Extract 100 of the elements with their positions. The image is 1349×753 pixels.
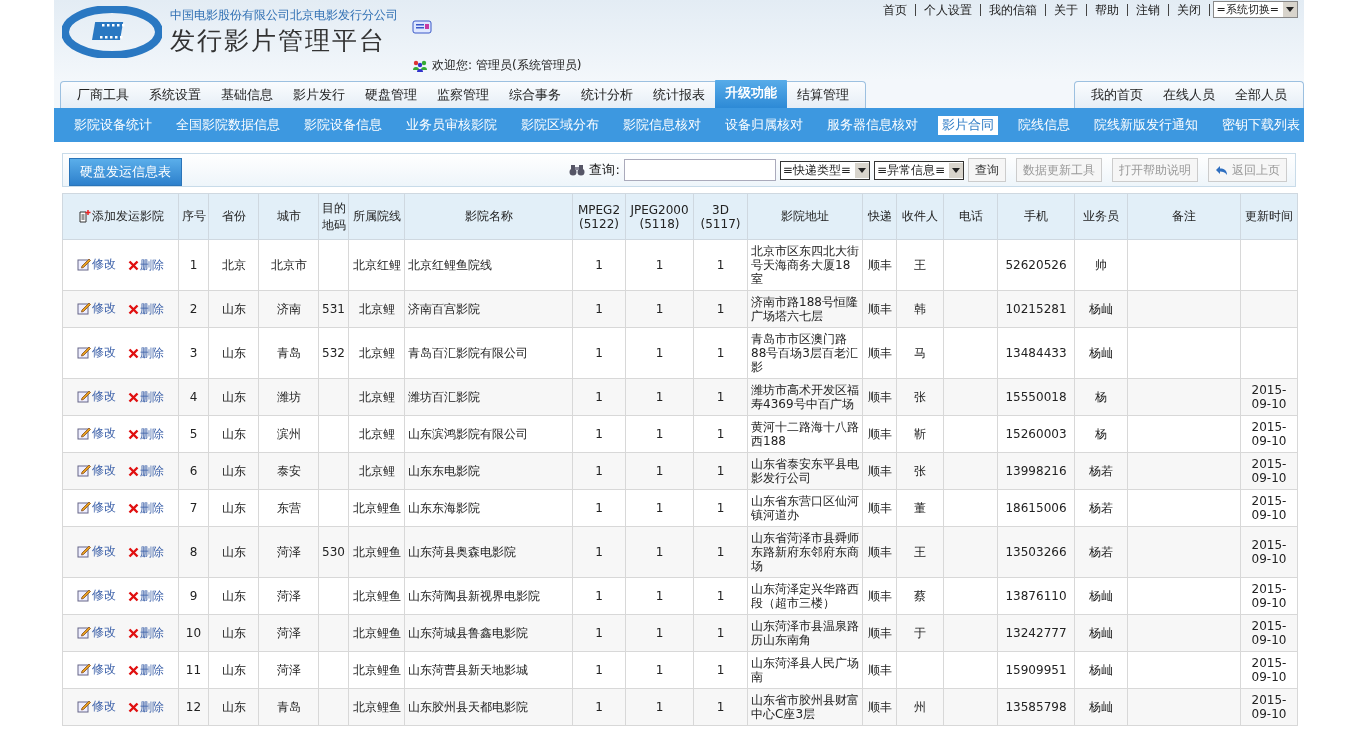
table-cell: 1 xyxy=(693,415,748,453)
table-cell: 1 xyxy=(572,526,626,578)
search-field[interactable] xyxy=(623,159,776,181)
search-button[interactable]: 查询 xyxy=(968,158,1006,182)
table-cell: 杨屾 xyxy=(1074,688,1128,726)
table-cell: 2015-09-10 xyxy=(1240,614,1298,652)
table-cell: 黄河十二路海十八路西188 xyxy=(747,415,863,453)
edit-link[interactable]: 修改 xyxy=(77,256,116,271)
table-cell: 13484433 xyxy=(997,327,1075,379)
column-header: 所属院线 xyxy=(348,193,405,240)
dropdown-caret-icon xyxy=(952,167,960,173)
delete-link[interactable]: 删除 xyxy=(128,464,164,478)
table-cell: 2015-09-10 xyxy=(1240,489,1298,527)
table-cell: 1 xyxy=(693,577,748,615)
table-cell: 潍坊百汇影院 xyxy=(404,378,573,416)
nav-tab[interactable]: 影片发行 xyxy=(283,82,355,108)
nav-tab[interactable]: 监察管理 xyxy=(427,82,499,108)
edit-link[interactable]: 修改 xyxy=(77,698,116,713)
column-header: 序号 xyxy=(178,193,209,240)
table-cell: 1 xyxy=(572,577,626,615)
table-cell: 1 xyxy=(572,489,626,527)
users-icon xyxy=(412,59,428,72)
delete-link[interactable]: 删除 xyxy=(128,663,164,677)
table-cell: 1 xyxy=(693,239,748,291)
table-cell: 2015-09-10 xyxy=(1240,651,1298,689)
delete-link[interactable]: 删除 xyxy=(128,545,164,559)
pencil-icon xyxy=(77,543,91,558)
delete-link[interactable]: 删除 xyxy=(128,346,164,360)
edit-link[interactable]: 修改 xyxy=(77,499,116,514)
platform-title: 发行影片管理平台 xyxy=(170,25,387,57)
pencil-icon xyxy=(77,256,91,271)
column-header: 更新时间 xyxy=(1240,193,1298,240)
nav-tab[interactable]: 统计报表 xyxy=(643,82,715,108)
table-cell: 杨若 xyxy=(1074,526,1128,578)
delete-link[interactable]: 删除 xyxy=(128,258,164,272)
nav-tab[interactable]: 统计分析 xyxy=(571,82,643,108)
top-link[interactable]: 帮助 xyxy=(1085,3,1127,16)
edit-link[interactable]: 修改 xyxy=(77,661,116,676)
edit-link[interactable]: 修改 xyxy=(77,344,116,359)
delete-link[interactable]: 删除 xyxy=(128,700,164,714)
edit-link[interactable]: 修改 xyxy=(77,300,116,315)
table-cell: 1 xyxy=(572,651,626,689)
nav-tab[interactable]: 硬盘管理 xyxy=(355,82,427,108)
edit-link[interactable]: 修改 xyxy=(77,462,116,477)
table-cell: 杨屾 xyxy=(1074,651,1128,689)
edit-link[interactable]: 修改 xyxy=(77,388,116,403)
delete-link[interactable]: 删除 xyxy=(128,427,164,441)
exception-select[interactable]: ≡异常信息≡ xyxy=(873,160,964,180)
nav-tab[interactable]: 系统设置 xyxy=(139,82,211,108)
table-cell: 山东菏泽定兴华路西段（超市三楼） xyxy=(747,577,863,615)
delete-link[interactable]: 删除 xyxy=(128,501,164,515)
table-cell: 顺丰 xyxy=(862,526,897,578)
table-cell: 13876110 xyxy=(997,577,1075,615)
nav-tab[interactable]: 全部人员 xyxy=(1225,82,1297,108)
nav-tab[interactable]: 基础信息 xyxy=(211,82,283,108)
table-cell: 530 xyxy=(318,526,349,578)
table-cell: 帅 xyxy=(1074,239,1128,291)
delete-link[interactable]: 删除 xyxy=(128,589,164,603)
delete-link[interactable]: 删除 xyxy=(128,626,164,640)
edit-link[interactable]: 修改 xyxy=(77,624,116,639)
column-header: JPEG2000 (5118) xyxy=(625,193,694,240)
table-cell: 13585798 xyxy=(997,688,1075,726)
nav-tab[interactable]: 在线人员 xyxy=(1153,82,1225,108)
table-cell: 青岛百汇影院有限公司 xyxy=(404,327,573,379)
table-cell: 潍坊 xyxy=(258,378,319,416)
top-link[interactable]: 关于 xyxy=(1044,3,1086,16)
table-cell: 王 xyxy=(896,239,944,291)
column-header: MPEG2 (5122) xyxy=(572,193,626,240)
table-cell: 山东 xyxy=(208,489,259,527)
edit-link[interactable]: 修改 xyxy=(77,587,116,602)
table-cell: 山东菏泽县人民广场南 xyxy=(747,651,863,689)
top-link[interactable]: 注销 xyxy=(1126,3,1168,16)
nav-tab[interactable]: 结算管理 xyxy=(787,82,859,108)
table-cell: 8 xyxy=(178,526,209,578)
express-type-select[interactable]: ≡快递类型≡ xyxy=(779,160,870,180)
table-cell: 1 xyxy=(693,327,748,379)
delete-link[interactable]: 删除 xyxy=(128,390,164,404)
nav-tab[interactable]: 厂商工具 xyxy=(67,82,139,108)
edit-link[interactable]: 修改 xyxy=(77,425,116,440)
system-switch-select[interactable]: =系统切换= xyxy=(1212,1,1298,18)
table-cell: 北京鲤鱼 xyxy=(348,577,405,615)
column-header: 影院地址 xyxy=(747,193,863,240)
table-cell: 1 xyxy=(693,489,748,527)
nav-tab[interactable]: 综合事务 xyxy=(499,82,571,108)
delete-link[interactable]: 删除 xyxy=(128,302,164,316)
dropdown-caret-icon xyxy=(1286,7,1294,12)
nav-tab[interactable]: 我的首页 xyxy=(1081,82,1153,108)
table-cell: 13242777 xyxy=(997,614,1075,652)
top-link[interactable]: 我的信箱 xyxy=(979,3,1045,16)
top-link[interactable]: 关闭 xyxy=(1167,3,1209,16)
top-link[interactable]: 首页 xyxy=(874,3,915,16)
table-cell: 山东 xyxy=(208,327,259,379)
table-cell: 1 xyxy=(693,378,748,416)
edit-link[interactable]: 修改 xyxy=(77,543,116,558)
table-cell: 北京鲤 xyxy=(348,452,405,490)
submenu-link[interactable]: 影片合同 xyxy=(938,115,998,135)
top-link[interactable]: 个人设置 xyxy=(914,3,980,16)
table-cell: 1 xyxy=(625,415,694,453)
table-cell: 1 xyxy=(178,239,209,291)
table-cell: 顺丰 xyxy=(862,239,897,291)
